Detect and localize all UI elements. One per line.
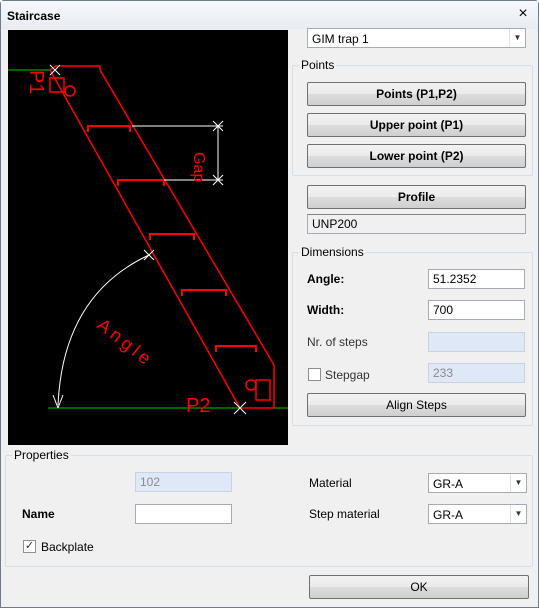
staircase-type-select[interactable]: GIM trap 1 ▼ [307, 28, 526, 48]
stair-steps [87, 125, 257, 352]
dimensions-group-label: Dimensions [299, 245, 366, 259]
chevron-down-icon[interactable]: ▼ [509, 29, 525, 47]
width-field-label: Width: [307, 303, 345, 317]
points-p1-p2-button[interactable]: Points (P1,P2) [307, 82, 526, 106]
stepgap-checkbox[interactable] [308, 368, 321, 381]
lower-point-button[interactable]: Lower point (P2) [307, 144, 526, 168]
properties-group-label: Properties [12, 448, 71, 462]
align-steps-button[interactable]: Align Steps [307, 393, 526, 417]
steps-field-label: Nr. of steps [307, 335, 368, 349]
title-bar: Staircase × [1, 1, 538, 29]
steps-input[interactable] [428, 332, 525, 352]
profile-button[interactable]: Profile [307, 185, 526, 209]
diagram-svg: Gap Angle P1 P2 [8, 64, 288, 417]
staircase-type-value: GIM trap 1 [312, 32, 369, 46]
angle-input[interactable]: 51.2352 [428, 269, 525, 289]
staircase-diagram: Gap Angle P1 P2 [8, 30, 288, 445]
close-button[interactable]: × [514, 5, 532, 23]
p2-label: P2 [186, 395, 210, 417]
step-material-label: Step material [309, 507, 380, 521]
stepgap-label: Stepgap [325, 368, 370, 382]
material-select[interactable]: GR-A ▼ [428, 473, 527, 493]
name-field-label: Name [22, 507, 55, 521]
staircase-dialog: Staircase × Gap Angle P1 P2 GIM trap 1 ▼… [0, 0, 539, 608]
points-group-label: Points [299, 58, 337, 72]
width-input[interactable]: 700 [428, 300, 525, 320]
angle-label: Angle [94, 314, 158, 370]
angle-field-label: Angle: [307, 272, 345, 286]
upper-point-button[interactable]: Upper point (P1) [307, 113, 526, 137]
step-material-value: GR-A [433, 508, 463, 522]
stepgap-input[interactable]: 233 [428, 363, 525, 383]
material-value: GR-A [433, 477, 463, 491]
name-input[interactable] [135, 504, 232, 524]
backplate-label: Backplate [41, 540, 94, 554]
step-material-select[interactable]: GR-A ▼ [428, 504, 527, 524]
id-field: 102 [135, 472, 232, 492]
chevron-down-icon[interactable]: ▼ [510, 474, 526, 492]
profile-value-field: UNP200 [307, 214, 526, 234]
window-title: Staircase [7, 9, 61, 23]
backplate-checkbox[interactable]: ✓ [23, 540, 36, 553]
stair-stringer [49, 65, 275, 409]
p1-label: P1 [25, 70, 47, 94]
gap-dimension [132, 120, 224, 186]
material-label: Material [309, 476, 352, 490]
ok-button[interactable]: OK [309, 575, 529, 599]
gap-label: Gap [190, 152, 207, 182]
chevron-down-icon[interactable]: ▼ [510, 505, 526, 523]
